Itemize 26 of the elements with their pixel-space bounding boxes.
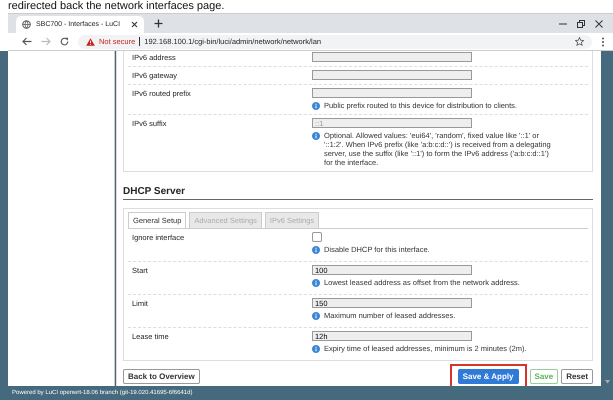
info-icon	[312, 279, 320, 287]
close-icon[interactable]	[595, 20, 603, 28]
section-heading: DHCP Server	[123, 178, 593, 200]
save-apply-button[interactable]: Save & Apply	[458, 369, 519, 384]
input-field[interactable]	[312, 88, 472, 98]
close-icon[interactable]	[131, 21, 138, 28]
info-icon	[312, 246, 320, 254]
star-icon[interactable]	[575, 37, 584, 46]
input-field[interactable]	[312, 52, 472, 62]
info-icon	[312, 132, 320, 140]
back-button[interactable]: Back to Overview	[123, 369, 200, 384]
info-icon	[312, 102, 320, 110]
info-icon	[312, 345, 320, 353]
scroll-down-icon[interactable]	[604, 380, 610, 384]
reset-button[interactable]: Reset	[561, 369, 593, 384]
info-icon	[312, 312, 320, 320]
back-arrow-icon[interactable]	[22, 37, 32, 46]
input-field[interactable]	[312, 70, 472, 80]
checkbox[interactable]	[312, 232, 322, 242]
caption-text: redirected back the network interfaces page.	[7, 0, 226, 13]
restore-icon[interactable]	[577, 20, 585, 28]
menu-icon[interactable]	[601, 36, 605, 46]
plus-icon[interactable]	[154, 19, 163, 28]
globe-icon	[22, 20, 31, 29]
warning-icon	[86, 38, 95, 46]
reload-icon[interactable]	[60, 37, 69, 46]
